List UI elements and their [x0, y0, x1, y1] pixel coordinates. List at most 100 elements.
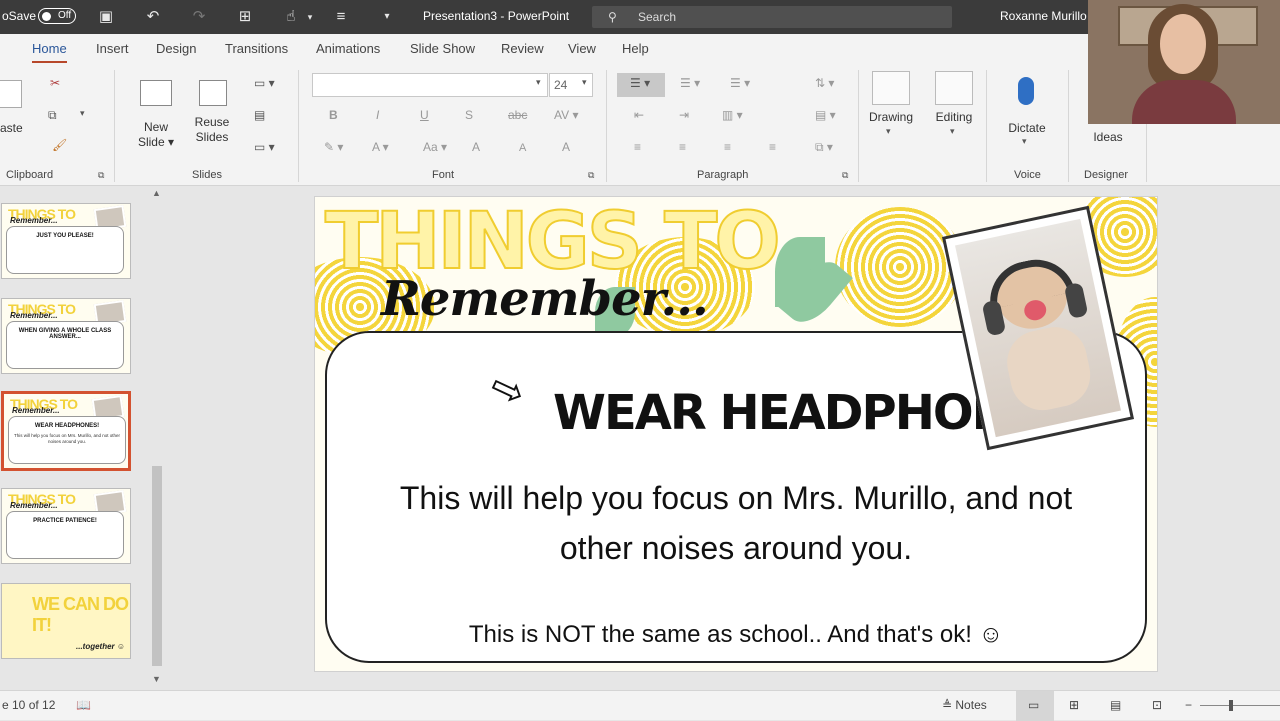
- increase-indent-icon[interactable]: ⇥: [679, 108, 689, 122]
- font-name-field[interactable]: [312, 73, 548, 97]
- customize-toolbar-icon[interactable]: ▾: [377, 7, 397, 27]
- slide-canvas[interactable]: THINGS TO Remember... ⇨ WEAR HEADPHONES!…: [314, 196, 1158, 672]
- chevron-down-icon[interactable]: ▾: [80, 108, 85, 119]
- chevron-down-icon[interactable]: ▾: [950, 126, 955, 137]
- reuse-slides-icon[interactable]: [199, 80, 227, 106]
- new-slide-icon[interactable]: [140, 80, 172, 106]
- tab-slide-show[interactable]: Slide Show: [410, 41, 475, 56]
- search-box[interactable]: ⚲ Search: [592, 6, 952, 28]
- tab-transitions[interactable]: Transitions: [225, 41, 288, 56]
- tab-design[interactable]: Design: [156, 41, 196, 56]
- editing-icon[interactable]: [935, 71, 973, 105]
- slide-thumbnails-pane: THINGS TO Remember... JUST YOU PLEASE! T…: [0, 186, 172, 690]
- zoom-slider-thumb[interactable]: [1229, 700, 1233, 711]
- tab-home[interactable]: Home: [32, 41, 67, 63]
- slide-thumbnail-selected[interactable]: THINGS TO Remember... WEAR HEADPHONES! T…: [1, 391, 131, 471]
- undo-icon[interactable]: ↶: [143, 7, 163, 27]
- reset-icon[interactable]: ▤: [254, 108, 265, 122]
- tab-view[interactable]: View: [568, 41, 596, 56]
- new-slide-label[interactable]: New Slide ▾: [136, 120, 176, 150]
- touch-mode-icon[interactable]: ☝: [281, 7, 301, 27]
- scroll-down-icon[interactable]: ▼: [152, 674, 161, 684]
- bullets-icon[interactable]: ☰ ▾: [630, 76, 650, 90]
- slide-thumbnail[interactable]: THINGS TO Remember... PRACTICE PATIENCE!: [1, 488, 131, 564]
- user-name[interactable]: Roxanne Murillo: [1000, 9, 1087, 23]
- cut-icon[interactable]: ✂: [50, 76, 60, 90]
- scrollbar-thumb[interactable]: [152, 466, 162, 666]
- strikethrough-icon[interactable]: abc: [508, 108, 527, 122]
- thumbnails-scrollbar[interactable]: ▲ ▼: [150, 186, 164, 688]
- scroll-up-icon[interactable]: ▲: [152, 188, 161, 198]
- copy-icon[interactable]: ⧉: [48, 108, 57, 123]
- chevron-down-icon[interactable]: ▾: [1022, 136, 1027, 147]
- decrease-font-icon[interactable]: A: [519, 142, 526, 154]
- notes-label: Notes: [955, 698, 987, 712]
- clipboard-group-label: Clipboard: [6, 169, 54, 181]
- dialog-launcher-icon[interactable]: ⧉: [588, 170, 594, 181]
- increase-font-icon[interactable]: A: [472, 140, 480, 154]
- section-icon[interactable]: ▭ ▾: [254, 140, 275, 154]
- slide-thumbnail[interactable]: THINGS TO Remember... WHEN GIVING A WHOL…: [1, 298, 131, 374]
- drawing-label[interactable]: Drawing: [864, 110, 918, 125]
- reuse-slides-label[interactable]: Reuse Slides: [190, 115, 234, 145]
- character-spacing-icon[interactable]: AV ▾: [554, 108, 578, 122]
- chevron-down-icon[interactable]: ▾: [300, 7, 320, 27]
- chevron-down-icon[interactable]: ▾: [582, 77, 587, 88]
- slide-show-icon[interactable]: ⊡: [1152, 698, 1162, 712]
- underline-icon[interactable]: U: [420, 108, 429, 122]
- microphone-icon[interactable]: [1018, 77, 1034, 105]
- spelling-check-icon[interactable]: 📖: [76, 698, 91, 712]
- paste-label[interactable]: aste: [0, 121, 23, 136]
- highlight-icon[interactable]: ✎ ▾: [324, 140, 343, 154]
- format-painter-icon[interactable]: 🖌: [52, 138, 67, 152]
- shadow-icon[interactable]: S: [465, 108, 473, 122]
- kitten-body: [1001, 321, 1097, 417]
- decrease-indent-icon[interactable]: ⇤: [634, 108, 644, 122]
- thumb-remember: Remember...: [10, 311, 58, 320]
- normal-view-icon[interactable]: ▭: [1028, 698, 1039, 712]
- notes-button[interactable]: ≜ Notes: [942, 698, 987, 712]
- redo-icon[interactable]: ↷: [189, 7, 209, 27]
- tab-animations[interactable]: Animations: [316, 41, 380, 56]
- autosave-toggle[interactable]: Off: [38, 8, 76, 24]
- layout-icon[interactable]: ▭ ▾: [254, 76, 275, 90]
- align-center-icon[interactable]: ≡: [679, 140, 686, 154]
- font-color-icon[interactable]: A ▾: [372, 140, 389, 154]
- dictate-label[interactable]: Dictate: [1000, 121, 1054, 136]
- tab-review[interactable]: Review: [501, 41, 544, 56]
- tab-insert[interactable]: Insert: [96, 41, 129, 56]
- zoom-out-icon[interactable]: −: [1185, 698, 1192, 712]
- line-spacing-icon[interactable]: ☰ ▾: [730, 76, 750, 90]
- slide-counter: e 10 of 12: [2, 698, 56, 712]
- design-ideas-label[interactable]: Ideas: [1088, 130, 1128, 145]
- slide-thumbnail[interactable]: WE CAN DO IT! ...together ☺: [1, 583, 131, 659]
- slide-thumbnail[interactable]: THINGS TO Remember... JUST YOU PLEASE!: [1, 203, 131, 279]
- reading-view-icon[interactable]: ▤: [1110, 698, 1121, 712]
- clear-formatting-icon[interactable]: A: [562, 140, 570, 154]
- drawing-icon[interactable]: [872, 71, 910, 105]
- numbering-icon[interactable]: ☰ ▾: [680, 76, 700, 90]
- change-case-icon[interactable]: Aa ▾: [423, 140, 447, 154]
- dialog-launcher-icon[interactable]: ⧉: [98, 170, 104, 181]
- align-right-icon[interactable]: ≡: [724, 140, 731, 154]
- align-left-icon[interactable]: ≡: [634, 140, 641, 154]
- bold-icon[interactable]: B: [329, 108, 338, 122]
- editing-label[interactable]: Editing: [926, 110, 982, 125]
- align-text-icon[interactable]: ▤ ▾: [815, 108, 836, 122]
- italic-icon[interactable]: I: [376, 108, 379, 122]
- bullets-icon[interactable]: ≡: [331, 7, 351, 27]
- slide-sorter-icon[interactable]: ⊞: [1069, 698, 1079, 712]
- zoom-slider[interactable]: [1200, 705, 1280, 706]
- dialog-launcher-icon[interactable]: ⧉: [842, 170, 848, 181]
- tab-help[interactable]: Help: [622, 41, 649, 56]
- present-from-start-icon[interactable]: ⊞: [235, 7, 255, 27]
- columns-icon[interactable]: ▥ ▾: [722, 108, 743, 122]
- justify-icon[interactable]: ≡: [769, 140, 776, 154]
- paste-icon[interactable]: [0, 80, 22, 108]
- chevron-down-icon[interactable]: ▾: [536, 77, 541, 88]
- save-icon[interactable]: ▣: [96, 7, 116, 27]
- text-direction-icon[interactable]: ⇅ ▾: [815, 76, 834, 90]
- thumb-panel: PRACTICE PATIENCE!: [6, 511, 124, 559]
- smartart-icon[interactable]: ⧉ ▾: [815, 140, 833, 155]
- chevron-down-icon[interactable]: ▾: [886, 126, 891, 137]
